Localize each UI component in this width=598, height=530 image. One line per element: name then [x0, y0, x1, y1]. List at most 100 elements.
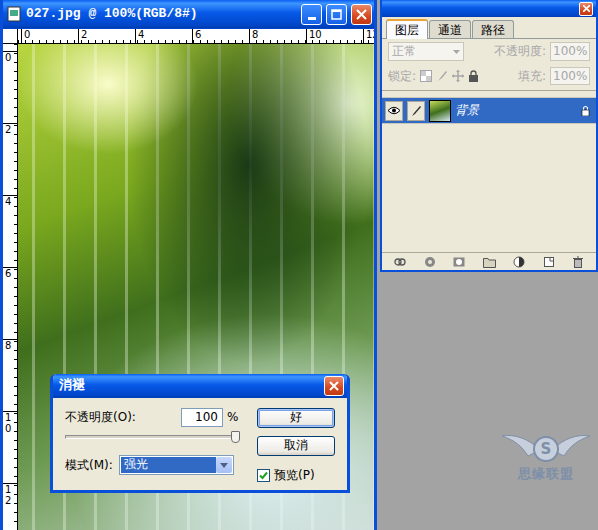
panel-close-button[interactable]	[579, 2, 593, 16]
eye-icon	[387, 106, 401, 115]
ruler-label: 2	[81, 29, 87, 40]
layer-opacity-value: 100%	[553, 44, 587, 58]
fill-field[interactable]: 100%	[550, 67, 590, 85]
watermark-mark: S	[533, 436, 559, 462]
fade-dialog: 消褪 不透明度(O): 100 % 模式(M):	[50, 374, 350, 493]
dialog-title-bar[interactable]: 消褪	[53, 374, 347, 398]
panel-tab[interactable]: 图层	[386, 19, 428, 39]
new-layer-icon[interactable]	[543, 256, 555, 268]
layer-opacity-field[interactable]: 100%	[550, 42, 590, 60]
lock-pixels-icon[interactable]	[436, 70, 448, 82]
ruler-mark: 6	[192, 29, 249, 43]
preview-label: 预览(P)	[274, 468, 315, 482]
layer-style-icon[interactable]	[424, 256, 436, 268]
ruler-mark: 6	[3, 267, 17, 339]
ruler-mark: 12	[3, 483, 17, 530]
watermark: S 思缘联盟	[500, 428, 592, 482]
ruler-label: 4	[138, 29, 144, 40]
trash-icon[interactable]	[572, 256, 584, 268]
ruler-label: 0	[24, 29, 30, 40]
close-icon	[583, 5, 590, 12]
ruler-mark: 8	[3, 339, 17, 411]
ruler-label: 6	[195, 29, 201, 40]
desktop: 027.jpg @ 100%(RGB/8#) 0 2 4 6 8 10 12 0 2 4 6 8 10…	[0, 0, 598, 530]
blend-mode-value: 正常	[392, 44, 416, 58]
dialog-close-button[interactable]	[324, 376, 344, 396]
ruler-label: 6	[5, 268, 15, 279]
ruler-label: 0	[5, 52, 15, 63]
panel-tab[interactable]: 通道	[429, 20, 471, 38]
ruler-mark: 0	[21, 29, 78, 43]
close-button[interactable]	[351, 4, 372, 25]
layer-thumbnail	[429, 100, 451, 122]
fill-label: 填充:	[518, 69, 546, 83]
ruler-label: 4	[5, 196, 15, 207]
left-ruler: 0 2 4 6 8 10 12	[3, 44, 18, 530]
ruler-mark: 10	[3, 411, 17, 483]
check-icon	[259, 471, 268, 480]
opacity-label: 不透明度(O):	[65, 410, 181, 424]
lock-label: 锁定:	[388, 69, 416, 83]
maximize-button[interactable]	[326, 4, 347, 25]
opacity-fill	[66, 436, 236, 438]
top-ruler: 0 2 4 6 8 10 12	[18, 29, 374, 44]
fill-value: 100%	[553, 69, 587, 83]
ruler-label: 10	[309, 29, 322, 40]
ruler-mark: 12	[363, 29, 374, 43]
lock-position-icon[interactable]	[452, 70, 464, 82]
cancel-button[interactable]: 取消	[257, 436, 335, 456]
ruler-label: 8	[252, 29, 258, 40]
document-title-bar[interactable]: 027.jpg @ 100%(RGB/8#)	[3, 0, 374, 28]
link-icon[interactable]	[394, 256, 406, 268]
lock-transparency-icon[interactable]	[420, 70, 432, 82]
layer-row[interactable]: 背景	[382, 97, 596, 124]
opacity-unit: %	[227, 410, 238, 424]
layer-name: 背景	[455, 103, 577, 117]
ruler-label: 12	[5, 484, 15, 506]
preview-box[interactable]	[257, 469, 270, 482]
mode-select[interactable]: 强光	[119, 455, 234, 475]
ruler-corner	[3, 29, 18, 44]
ruler-mark: 4	[3, 195, 17, 267]
preview-checkbox[interactable]: 预览(P)	[257, 468, 339, 482]
opacity-field[interactable]: 100	[181, 408, 223, 427]
ruler-mark: 2	[78, 29, 135, 43]
mode-label: 模式(M):	[65, 458, 119, 472]
lock-icon	[581, 105, 590, 116]
blend-mode-select[interactable]: 正常	[388, 42, 464, 60]
layer-lock	[581, 103, 590, 117]
visibility-toggle[interactable]	[385, 101, 403, 121]
ruler-mark: 2	[3, 123, 17, 195]
ruler-mark: 8	[249, 29, 306, 43]
minimize-button[interactable]	[301, 4, 322, 25]
ok-button[interactable]: 好	[257, 408, 335, 428]
ruler-label: 12	[366, 29, 374, 40]
ruler-mark: 4	[135, 29, 192, 43]
opacity-slider[interactable]	[65, 435, 237, 439]
dialog-title: 消褪	[59, 378, 324, 394]
mode-value: 强光	[121, 457, 216, 473]
ruler-mark: 0	[3, 51, 17, 123]
panel-title-bar[interactable]	[382, 0, 596, 17]
mask-icon[interactable]	[453, 256, 465, 268]
ruler-label: 2	[5, 124, 15, 135]
ruler-label: 10	[5, 412, 15, 434]
panel-toolbar	[382, 252, 596, 270]
layer-opacity-label: 不透明度:	[494, 44, 546, 58]
adjustment-icon[interactable]	[513, 256, 525, 268]
close-icon	[329, 381, 339, 391]
maximize-icon	[331, 9, 342, 20]
dropdown-arrow-icon	[220, 463, 228, 468]
ruler-mark: 10	[306, 29, 363, 43]
watermark-text: 思缘联盟	[500, 466, 592, 482]
document-icon	[6, 6, 22, 22]
document-title: 027.jpg @ 100%(RGB/8#)	[26, 6, 297, 22]
minimize-icon	[308, 17, 316, 20]
lock-all-icon[interactable]	[468, 70, 479, 82]
document-window: 027.jpg @ 100%(RGB/8#) 0 2 4 6 8 10 12 0 2 4 6 8 10…	[0, 0, 377, 530]
ruler-label: 8	[5, 340, 15, 351]
folder-icon[interactable]	[483, 256, 496, 268]
panel-tab[interactable]: 路径	[472, 20, 514, 38]
opacity-thumb[interactable]	[231, 431, 240, 443]
layer-list: 背景	[382, 90, 596, 252]
